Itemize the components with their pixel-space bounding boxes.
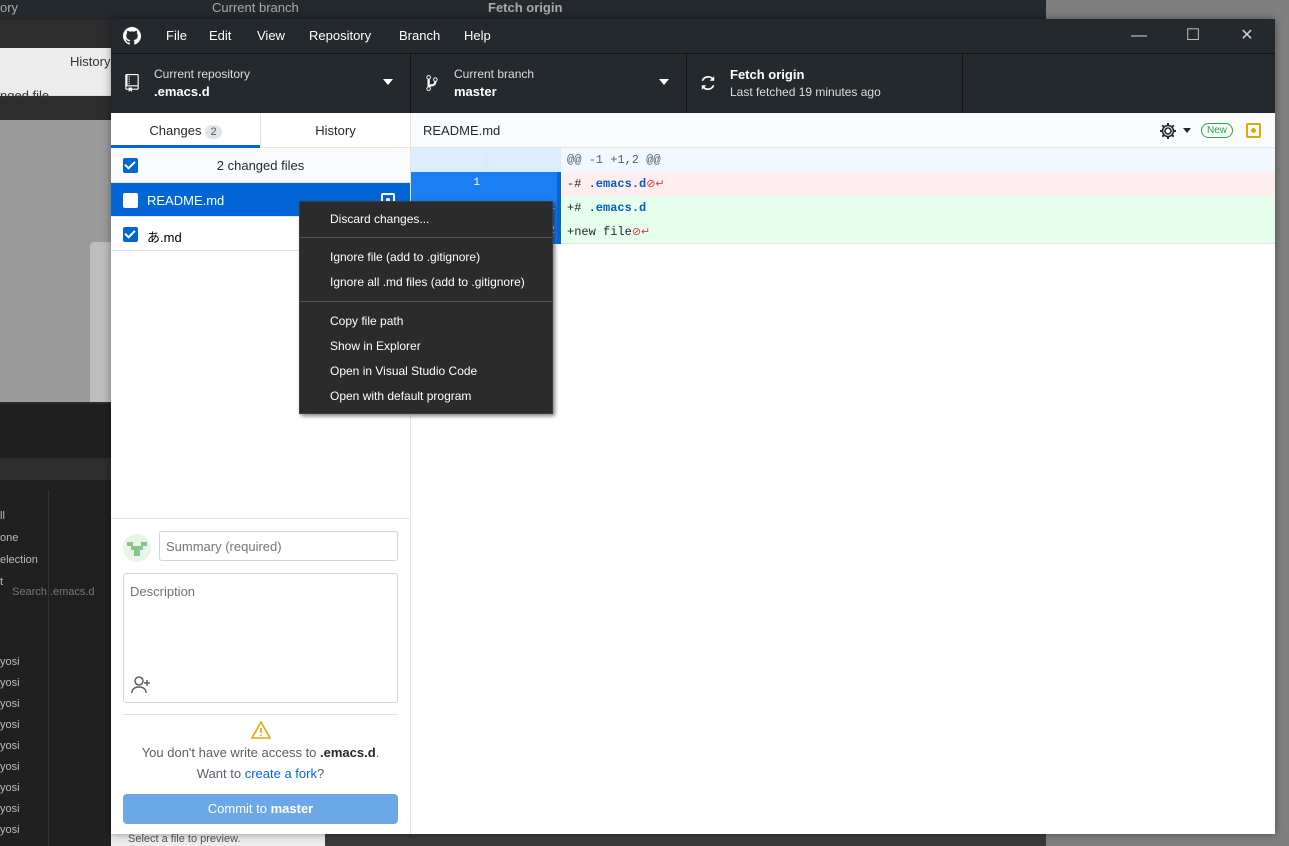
menu-help[interactable]: Help xyxy=(464,28,491,43)
tab-history[interactable]: History xyxy=(261,113,410,148)
commit-button[interactable]: Commit to master xyxy=(123,794,398,824)
menu-divider xyxy=(300,301,552,302)
line-prefix: +new file xyxy=(567,225,632,239)
background-status: Select a file to preview. xyxy=(111,833,325,846)
no-newline-icon: ⊘↵ xyxy=(646,179,665,191)
current-branch-name: master xyxy=(454,84,497,99)
warning-repo-name: .emacs.d xyxy=(320,745,376,760)
commit-message-area: Description You don't have write access … xyxy=(111,518,410,834)
menu-edit[interactable]: Edit xyxy=(209,28,231,43)
sidebar-tabs: Changes 2 History xyxy=(111,113,410,148)
file-checkbox[interactable] xyxy=(123,227,138,242)
fork-prefix: Want to xyxy=(196,766,245,781)
new-file-badge: New xyxy=(1201,123,1234,138)
background-branch-label: Current branch xyxy=(212,0,299,15)
github-logo-icon xyxy=(123,27,141,45)
current-branch-button[interactable]: Current branch master xyxy=(411,54,687,114)
old-line-number[interactable]: 1 xyxy=(411,172,486,196)
warning-prefix: You don't have write access to xyxy=(141,745,321,760)
sync-icon xyxy=(701,76,715,90)
menu-repository[interactable]: Repository xyxy=(309,28,371,43)
menu-file[interactable]: File xyxy=(166,28,187,43)
current-repository-name: .emacs.d xyxy=(154,84,210,99)
changed-files-count: 2 changed files xyxy=(216,158,305,173)
file-checkbox[interactable] xyxy=(123,193,138,208)
commit-button-branch: master xyxy=(270,801,314,816)
write-access-warning: You don't have write access to .emacs.d.… xyxy=(123,714,398,784)
repository-icon xyxy=(125,74,139,92)
context-copy-file-path[interactable]: Copy file path xyxy=(330,314,403,328)
avatar xyxy=(123,534,151,562)
github-desktop-window: File Edit View Repository Branch Help — … xyxy=(111,19,1275,834)
toolbar: Current repository .emacs.d Current bran… xyxy=(111,53,1275,114)
warning-suffix: . xyxy=(375,745,380,760)
summary-input[interactable] xyxy=(159,531,398,561)
close-button[interactable]: ✕ xyxy=(1236,25,1258,47)
last-fetched-text: Last fetched 19 minutes ago xyxy=(730,85,881,99)
add-coauthor-icon[interactable] xyxy=(130,674,152,696)
changes-count-badge: 2 xyxy=(205,125,222,139)
fetch-origin-label: Fetch origin xyxy=(730,67,805,82)
diff-hunk-header: @@ -1 +1,2 @@ xyxy=(411,148,1275,172)
branch-icon xyxy=(426,75,438,91)
background-menu-item: t xyxy=(0,576,4,588)
context-open-in-editor[interactable]: Open in Visual Studio Code xyxy=(330,364,477,378)
diff-header: README.md New xyxy=(411,113,1275,148)
background-sidebar: History nged file ll one election t Sear… xyxy=(0,20,111,846)
file-added-icon xyxy=(1246,123,1261,138)
background-search: Search .emacs.d xyxy=(12,586,95,598)
background-changed-file: nged file xyxy=(0,88,50,103)
menu-branch[interactable]: Branch xyxy=(399,28,440,43)
no-newline-icon: ⊘↵ xyxy=(631,227,651,239)
diff-line-deleted[interactable]: 1 -# .emacs.d⊘↵ xyxy=(411,172,1275,196)
file-context-menu: Discard changes... Ignore file (add to .… xyxy=(299,201,553,414)
context-discard-changes[interactable]: Discard changes... xyxy=(330,212,429,226)
changed-files-header: 2 changed files xyxy=(111,148,410,183)
context-ignore-file[interactable]: Ignore file (add to .gitignore) xyxy=(330,250,480,264)
chevron-down-icon xyxy=(383,79,393,85)
background-menu-item: one xyxy=(0,532,19,544)
line-text: .emacs.d xyxy=(588,201,647,215)
diff-file-path: README.md xyxy=(423,123,501,138)
background-author-list: yosi yosi yosi yosi yosi yosi yosi yosi … xyxy=(0,656,20,836)
context-show-in-explorer[interactable]: Show in Explorer xyxy=(330,339,421,353)
file-name: README.md xyxy=(147,193,225,208)
current-repository-button[interactable]: Current repository .emacs.d xyxy=(111,54,411,114)
file-name: あ.md xyxy=(147,230,182,245)
chevron-down-icon[interactable] xyxy=(1183,128,1191,133)
fetch-origin-button[interactable]: Fetch origin Last fetched 19 minutes ago xyxy=(687,54,963,114)
menu-view[interactable]: View xyxy=(257,28,285,43)
create-fork-link[interactable]: create a fork xyxy=(245,766,317,781)
tab-changes-label: Changes xyxy=(149,123,202,138)
fork-suffix: ? xyxy=(316,766,325,781)
menu-divider xyxy=(300,237,552,238)
gear-icon[interactable] xyxy=(1158,121,1178,141)
line-prefix: -# xyxy=(567,177,589,191)
background-menu-item: ll xyxy=(0,510,5,522)
warning-icon xyxy=(251,721,271,739)
line-text: .emacs.d xyxy=(588,177,647,191)
maximize-button[interactable]: ☐ xyxy=(1182,25,1204,47)
identicon-icon xyxy=(127,542,147,556)
description-textarea[interactable]: Description xyxy=(123,573,398,703)
description-placeholder: Description xyxy=(130,584,196,599)
minimize-button[interactable]: — xyxy=(1128,25,1150,47)
context-ignore-extension[interactable]: Ignore all .md files (add to .gitignore) xyxy=(330,275,525,289)
title-bar: File Edit View Repository Branch Help — … xyxy=(111,19,1275,53)
commit-button-prefix: Commit to xyxy=(207,801,271,816)
current-repository-label: Current repository xyxy=(154,67,251,81)
tab-changes[interactable]: Changes 2 xyxy=(111,113,260,148)
hunk-text: @@ -1 +1,2 @@ xyxy=(567,153,661,167)
background-fetch-label: Fetch origin xyxy=(488,0,563,15)
new-line-number[interactable] xyxy=(486,172,561,196)
context-open-default-program[interactable]: Open with default program xyxy=(330,389,471,403)
background-repo-label: ory xyxy=(0,0,19,15)
current-branch-label: Current branch xyxy=(454,67,535,81)
line-prefix: +# xyxy=(567,201,589,215)
background-menu-item: election xyxy=(0,554,38,566)
background-toolbar: ory Current branch Fetch origin xyxy=(0,0,1046,20)
background-history-tab: History xyxy=(70,54,111,69)
chevron-down-icon xyxy=(659,79,669,85)
